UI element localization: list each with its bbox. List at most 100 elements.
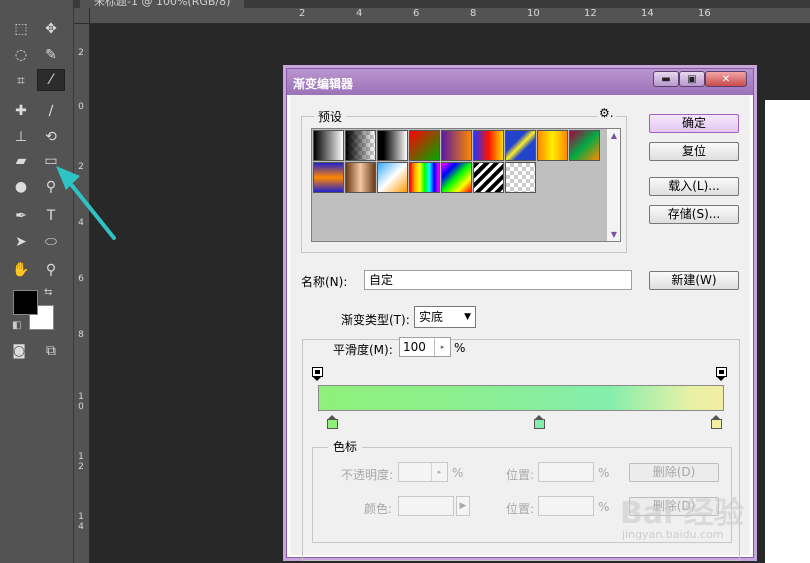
ruler-tick: 16 (698, 8, 711, 19)
preset-swatch[interactable] (377, 130, 408, 161)
presets-gear-icon[interactable]: ⚙. (597, 106, 616, 120)
color-stop[interactable] (534, 415, 545, 430)
quick-mask-icon[interactable]: ◙ (5, 340, 33, 362)
opacity-location-input (538, 462, 594, 482)
save-button[interactable]: 存储(S)... (649, 205, 739, 224)
swap-colors-icon[interactable]: ⇆ (44, 287, 52, 298)
name-label: 名称(N): (301, 275, 348, 289)
color-label: 颜色: (364, 502, 393, 516)
gradient-preview-bar[interactable] (318, 385, 724, 411)
smoothness-value: 100 (403, 340, 426, 354)
ruler-tick: 2 (78, 48, 84, 58)
presets-scrollbar[interactable]: ▲ ▼ (607, 129, 620, 241)
opacity-stop-left[interactable] (312, 367, 323, 381)
color-stop[interactable] (327, 415, 338, 430)
eyedropper-icon[interactable]: ⁄ (37, 69, 65, 91)
opacity-stop-right[interactable] (716, 367, 727, 381)
preset-swatch[interactable] (313, 162, 344, 193)
gradient-editor-dialog: 渐变编辑器 ▬ ▣ ✕ 预设 ⚙. ▲ ▼ 确定 复位 载入(L)... 存储(… (286, 68, 754, 561)
document-canvas[interactable] (765, 100, 810, 563)
ruler-tick: 6 (78, 274, 84, 284)
preset-swatch[interactable] (441, 130, 472, 161)
ruler-tick: 1 0 (78, 392, 84, 412)
history-brush-icon[interactable]: ⟲ (37, 126, 65, 148)
ok-button[interactable]: 确定 (649, 114, 739, 133)
smoothness-stepper-icon[interactable]: ▸ (434, 338, 450, 356)
preset-swatch[interactable] (409, 130, 440, 161)
gradient-type-value: 实底 (419, 310, 444, 324)
preset-swatch[interactable] (537, 130, 568, 161)
baidu-watermark-url: jingyan.baidu.com (622, 528, 724, 541)
lasso-icon[interactable]: ◌ (7, 44, 35, 66)
load-button[interactable]: 载入(L)... (649, 177, 739, 196)
tools-panel: ⬚ ✥ ◌ ✎ ⌗ ⁄ ✚ ∕ ⊥ ⟲ ▰ ▭ ● ⚲ ✒ T ➤ ⬭ ✋ ⚲ … (0, 0, 74, 563)
move-icon[interactable]: ✥ (37, 18, 65, 40)
preset-swatch[interactable] (441, 162, 472, 193)
scroll-up-icon[interactable]: ▲ (611, 131, 617, 140)
new-button[interactable]: 新建(W) (649, 271, 739, 290)
presets-label: 预设 (314, 108, 347, 125)
crop-icon[interactable]: ⌗ (7, 70, 35, 92)
ruler-tick: 8 (470, 8, 477, 19)
preset-swatch[interactable] (345, 130, 376, 161)
dialog-titlebar[interactable]: 渐变编辑器 ▬ ▣ ✕ (287, 69, 753, 95)
gradient-icon[interactable]: ▭ (37, 150, 65, 172)
quick-select-icon[interactable]: ✎ (37, 44, 65, 66)
opacity-location-percent: % (598, 466, 610, 480)
minimize-icon[interactable]: ▬ (653, 71, 679, 87)
screen-mode-icon[interactable]: ⧉ (37, 340, 65, 362)
ruler-tick: 4 (78, 218, 84, 228)
preset-swatch[interactable] (569, 130, 600, 161)
smoothness-input[interactable]: 100 ▸ (399, 337, 451, 357)
type-icon[interactable]: T (37, 205, 65, 227)
pen-icon[interactable]: ✒ (7, 205, 35, 227)
ruler-origin[interactable] (74, 8, 90, 24)
horizontal-ruler[interactable]: 2 4 6 8 10 12 14 16 (90, 8, 810, 24)
ruler-tick: 14 (641, 8, 654, 19)
ruler-tick: 2 (78, 162, 84, 172)
marquee-icon[interactable]: ⬚ (7, 18, 35, 40)
document-tab[interactable]: 未标题-1 @ 100%(RGB/8) (80, 0, 245, 8)
preset-swatch[interactable] (345, 162, 376, 193)
default-colors-icon[interactable]: ◧ (12, 320, 21, 331)
drop-icon[interactable]: ● (7, 176, 35, 198)
gradient-type-select[interactable]: 实底 ▼ (414, 306, 476, 328)
chevron-down-icon: ▼ (464, 312, 471, 322)
foreground-color[interactable] (13, 290, 38, 315)
arrow-icon[interactable]: ➤ (7, 231, 35, 253)
stamp-icon[interactable]: ⊥ (7, 126, 35, 148)
document-tab-strip: 未标题-1 @ 100%(RGB/8) (74, 0, 810, 8)
preset-swatch[interactable] (409, 162, 440, 193)
hand-icon[interactable]: ✋ (7, 259, 35, 281)
ruler-tick: 1 4 (78, 512, 84, 532)
presets-list[interactable]: ▲ ▼ (311, 128, 621, 242)
ruler-tick: 12 (584, 8, 597, 19)
color-stops-label: 色标 (328, 438, 363, 455)
name-field[interactable]: 自定 (364, 270, 632, 290)
ruler-tick: 8 (78, 330, 84, 340)
ellipse-icon[interactable]: ⬭ (37, 231, 65, 253)
zoom-icon[interactable]: ⚲ (37, 259, 65, 281)
dodge-icon[interactable]: ⚲ (37, 176, 65, 198)
preset-swatch[interactable] (313, 130, 344, 161)
ruler-tick: 6 (413, 8, 420, 19)
preset-swatch[interactable] (473, 130, 504, 161)
preset-swatch[interactable] (505, 130, 536, 161)
vertical-ruler[interactable]: 2 0 2 4 6 8 1 0 1 2 1 4 (74, 24, 90, 563)
bandage-icon[interactable]: ✚ (7, 100, 35, 122)
preset-swatch[interactable] (377, 162, 408, 193)
brush-icon[interactable]: ∕ (37, 100, 65, 122)
eraser-icon[interactable]: ▰ (7, 150, 35, 172)
reset-button[interactable]: 复位 (649, 142, 739, 161)
ruler-tick: 2 (299, 8, 306, 19)
close-icon[interactable]: ✕ (705, 71, 747, 87)
color-stop[interactable] (711, 415, 722, 430)
ruler-tick: 0 (78, 102, 84, 112)
maximize-icon[interactable]: ▣ (679, 71, 705, 87)
opacity-label: 不透明度: (341, 468, 394, 482)
scroll-down-icon[interactable]: ▼ (611, 230, 617, 239)
color-location-percent: % (598, 500, 610, 514)
preset-swatch[interactable] (505, 162, 536, 193)
preset-swatch[interactable] (473, 162, 504, 193)
delete-opacity-stop-button: 删除(D) (629, 463, 719, 482)
